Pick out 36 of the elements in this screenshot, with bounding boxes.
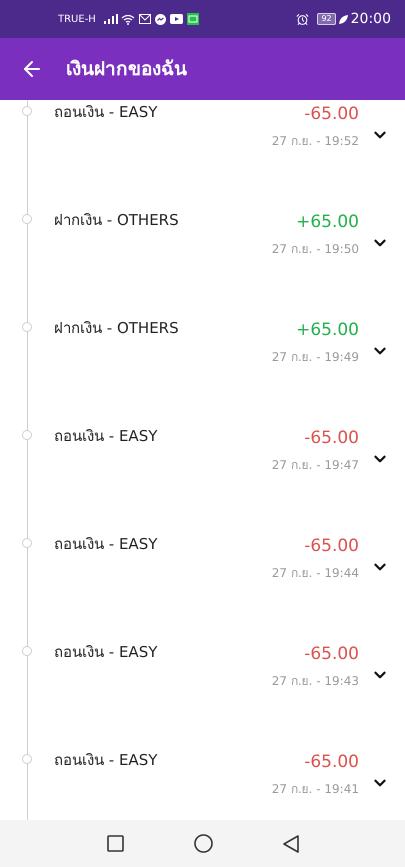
transaction-time: 27 ก.ย. - 19:41	[272, 780, 359, 798]
transaction-time: 27 ก.ย. - 19:43	[272, 672, 359, 690]
wifi-icon	[120, 14, 135, 24]
transaction-time: 27 ก.ย. - 19:50	[272, 240, 359, 258]
transaction-amount: -65.00	[304, 427, 359, 450]
square-icon[interactable]	[106, 835, 124, 852]
alarm-icon	[296, 12, 310, 26]
circle-icon[interactable]	[194, 834, 212, 853]
mail-icon	[138, 14, 151, 24]
leaf-icon	[338, 14, 348, 24]
clock-time: 20:00	[350, 10, 391, 28]
transaction-amount: +65.00	[296, 211, 359, 234]
transaction-amount: -65.00	[304, 103, 359, 126]
transaction-time: 27 ก.ย. - 19:44	[272, 564, 359, 582]
chat-app-icon	[186, 13, 199, 25]
battery-indicator: 92	[317, 13, 336, 25]
triangle-icon[interactable]	[282, 834, 298, 852]
transaction-amount: -65.00	[304, 643, 359, 666]
transaction-title: ถอนเงิน - EASY	[54, 534, 158, 555]
transaction-title: ถอนเงิน - EASY	[54, 102, 158, 123]
transaction-time: 27 ก.ย. - 19:49	[272, 348, 359, 366]
transaction-title: ถอนเงิน - EASY	[54, 750, 158, 771]
transaction-amount: -65.00	[304, 751, 359, 774]
transaction-amount: +65.00	[296, 319, 359, 342]
signal-icon	[104, 14, 118, 24]
video-icon	[170, 14, 183, 24]
carrier-label: TRUE-H	[58, 12, 96, 26]
transaction-title: ฝากเงิน - OTHERS	[54, 210, 180, 231]
page-title: เงินฝากของฉัน	[66, 56, 187, 82]
messenger-icon	[154, 14, 166, 24]
transaction-title: ถอนเงิน - EASY	[54, 642, 158, 663]
transaction-amount: -65.00	[304, 535, 359, 558]
transaction-title: ถอนเงิน - EASY	[54, 426, 158, 447]
transaction-time: 27 ก.ย. - 19:47	[272, 456, 359, 474]
transaction-title: ฝากเงิน - OTHERS	[54, 318, 180, 339]
transaction-time: 27 ก.ย. - 19:52	[272, 132, 359, 150]
